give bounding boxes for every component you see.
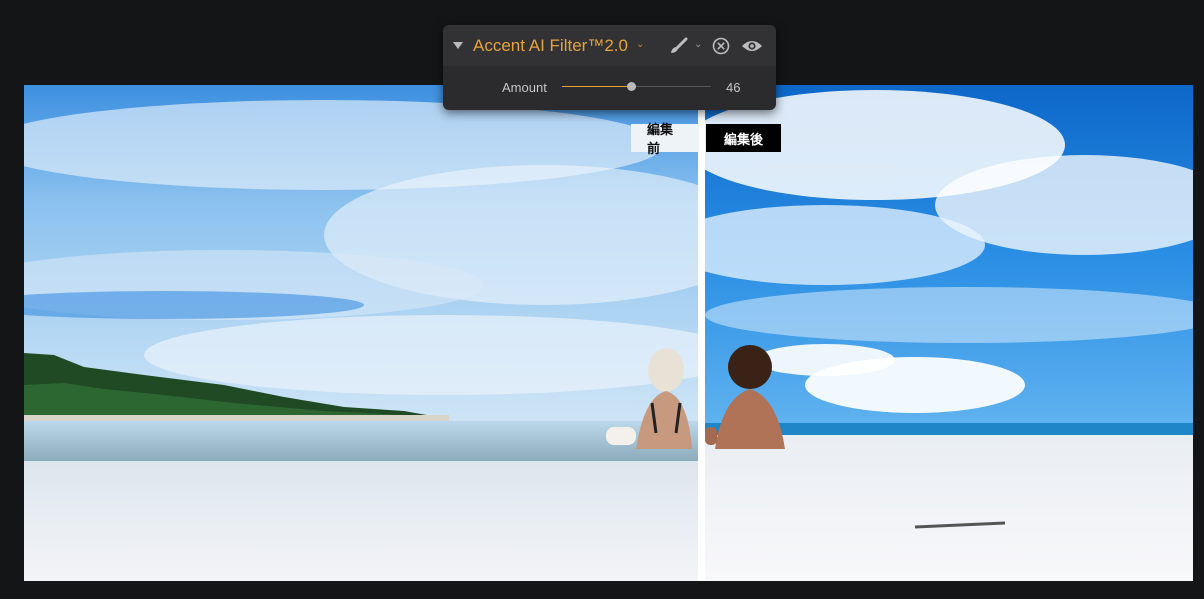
amount-value[interactable]: 46	[726, 80, 740, 95]
amount-slider[interactable]	[562, 82, 711, 91]
amount-slider-thumb[interactable]	[626, 82, 636, 91]
after-label: 編集後	[706, 124, 781, 152]
before-image	[24, 85, 698, 581]
after-image	[705, 85, 1193, 581]
compare-divider[interactable]	[698, 85, 705, 581]
eye-icon[interactable]	[741, 38, 763, 54]
photo-compare-view: 編集前 編集後	[24, 85, 1193, 581]
filter-title[interactable]: Accent AI Filter™2.0	[473, 36, 628, 56]
collapse-triangle-icon[interactable]	[453, 42, 463, 49]
close-circle-icon[interactable]	[711, 36, 731, 56]
chevron-down-icon[interactable]: ⌄	[636, 39, 644, 50]
amount-slider-fill	[562, 86, 631, 87]
filter-panel-header: Accent AI Filter™2.0 ⌄ ⌄	[443, 25, 776, 66]
amount-label: Amount	[502, 80, 547, 95]
before-label: 編集前	[631, 123, 699, 157]
brush-icon[interactable]	[669, 37, 689, 55]
filter-panel: Accent AI Filter™2.0 ⌄ ⌄ Amount 46	[443, 25, 776, 110]
brush-chevron-down-icon[interactable]: ⌄	[694, 39, 702, 50]
